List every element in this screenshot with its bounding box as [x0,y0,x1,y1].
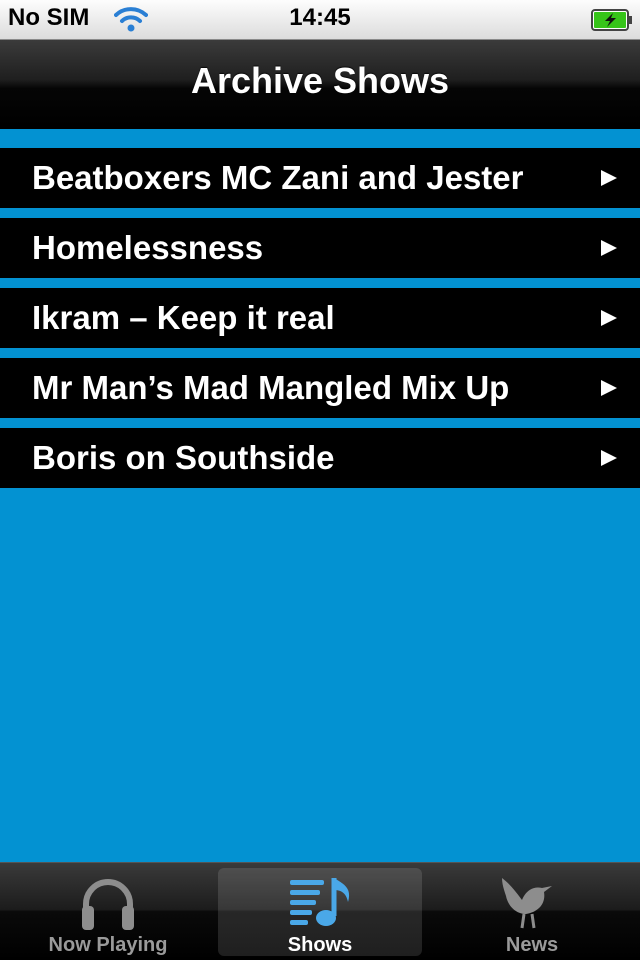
tab-label: Now Playing [48,934,168,956]
show-title: Homelessness [32,229,264,266]
disclosure-arrow-icon [601,170,617,186]
disclosure-arrow-icon [601,240,617,256]
list-item[interactable]: Mr Man’s Mad Mangled Mix Up [0,358,640,418]
tab-now-playing[interactable]: Now Playing [6,868,210,956]
headphones-icon [82,879,134,930]
battery-charging-icon [591,9,632,31]
list-item[interactable]: Boris on Southside [0,428,640,488]
bird-icon [502,878,552,929]
music-list-icon [290,878,350,926]
tab-label: Shows [287,934,353,956]
tab-bar: Now Playing Shows News [0,862,640,960]
show-title: Beatboxers MC Zani and Jester [32,159,524,196]
show-title: Mr Man’s Mad Mangled Mix Up [32,369,510,406]
list-item[interactable]: Beatboxers MC Zani and Jester [0,148,640,208]
clock: 14:45 [289,4,351,31]
disclosure-arrow-icon [601,380,617,396]
navigation-bar: Archive Shows [0,40,640,129]
tab-shows[interactable]: Shows [218,868,422,956]
tab-label: News [505,934,559,956]
shows-list: Beatboxers MC Zani and Jester Homelessne… [0,148,640,498]
list-item[interactable]: Ikram – Keep it real [0,288,640,348]
tab-news[interactable]: News [430,868,634,956]
page-title: Archive Shows [190,60,450,101]
show-title: Boris on Southside [32,439,335,476]
status-bar: No SIM 14:45 [0,0,640,40]
disclosure-arrow-icon [601,310,617,326]
disclosure-arrow-icon [601,450,617,466]
list-item[interactable]: Homelessness [0,218,640,278]
show-title: Ikram – Keep it real [32,299,335,336]
